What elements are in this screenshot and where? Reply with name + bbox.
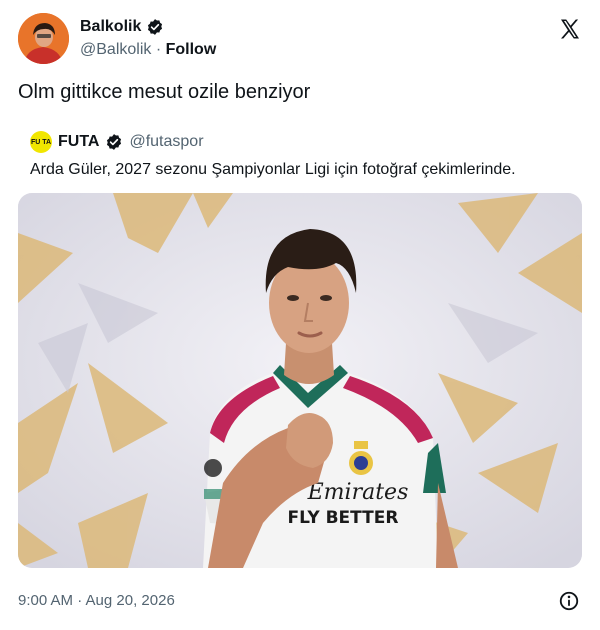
author-info: Balkolik @Balkolik · Follow [80,17,216,61]
tweet-header: Balkolik @Balkolik · Follow [18,13,584,65]
player-photo: Emirates FLY BETTER [18,193,582,568]
verified-badge-icon [107,134,122,150]
separator-dot: · [155,41,162,58]
verified-badge-icon [148,19,163,35]
x-logo-icon[interactable] [558,17,582,41]
quoted-avatar[interactable]: FU TA [30,131,52,153]
author-display-name[interactable]: Balkolik [80,17,141,37]
follow-button[interactable]: Follow [166,41,217,58]
shirt-sponsor-line2: FLY BETTER [288,508,399,528]
quoted-tweet-header[interactable]: FU TA FUTA @futaspor [30,131,204,153]
author-handle[interactable]: @Balkolik [80,41,151,58]
author-avatar[interactable] [18,13,69,64]
shirt-sponsor-line1: Emirates [307,480,409,505]
quoted-display-name[interactable]: FUTA [58,133,99,151]
avatar-image [18,13,69,64]
display-name-row: Balkolik [80,17,216,37]
info-icon[interactable] [558,590,580,612]
tweet-text: Olm gittikce mesut ozile benziyor [18,81,311,103]
tweet-timestamp[interactable]: 9:00 AM · Aug 20, 2026 [18,592,175,609]
quoted-tweet-text: Arda Güler, 2027 sezonu Şampiyonlar Ligi… [30,161,516,178]
tweet-footer: 9:00 AM · Aug 20, 2026 [18,590,582,614]
quoted-photo[interactable]: Emirates FLY BETTER [18,193,582,568]
quoted-handle[interactable]: @futaspor [129,133,203,151]
handle-row: @Balkolik · Follow [80,39,216,61]
